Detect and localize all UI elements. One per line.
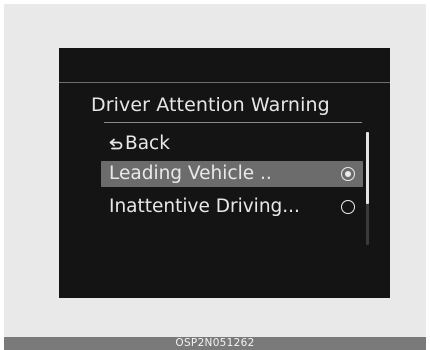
menu-item-label: Leading Vehicle ..	[109, 163, 272, 184]
back-label: Back	[125, 133, 170, 154]
radio-unselected-icon[interactable]	[341, 200, 355, 214]
figure-frame: Driver Attention Warning Back Leading Ve…	[4, 4, 426, 337]
cluster-display: Driver Attention Warning Back Leading Ve…	[59, 48, 390, 298]
menu-item-inattentive-driving[interactable]: Inattentive Driving...	[101, 194, 363, 220]
top-divider	[59, 82, 390, 83]
radio-dot	[345, 171, 351, 177]
title-divider	[104, 122, 362, 123]
caption-bar: OSP2N051262	[4, 337, 426, 350]
back-menu-item[interactable]: Back	[101, 131, 363, 157]
menu-item-label: Inattentive Driving...	[109, 196, 300, 217]
image-code: OSP2N051262	[175, 337, 255, 349]
radio-selected-icon[interactable]	[341, 167, 355, 181]
scrollbar-thumb[interactable]	[366, 132, 369, 204]
menu-item-leading-vehicle[interactable]: Leading Vehicle ..	[101, 161, 363, 187]
back-arrow-icon	[109, 138, 123, 150]
page-title: Driver Attention Warning	[91, 94, 330, 116]
